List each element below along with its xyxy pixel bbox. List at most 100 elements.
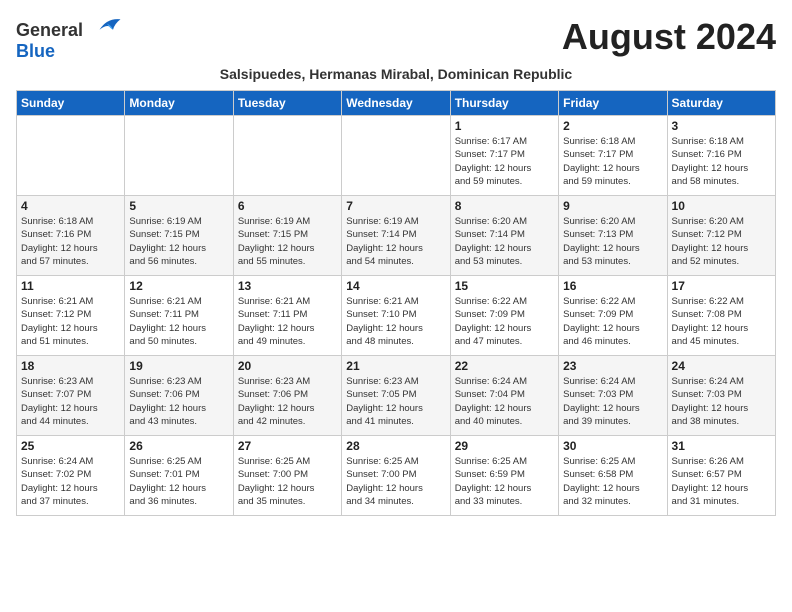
day-info: Sunrise: 6:19 AM Sunset: 7:14 PM Dayligh… — [346, 215, 445, 268]
day-number: 31 — [672, 439, 771, 453]
calendar-cell — [233, 116, 341, 196]
calendar-cell: 5 Sunrise: 6:19 AM Sunset: 7:15 PM Daylig… — [125, 196, 233, 276]
day-info: Sunrise: 6:21 AM Sunset: 7:11 PM Dayligh… — [238, 295, 337, 348]
day-info: Sunrise: 6:21 AM Sunset: 7:10 PM Dayligh… — [346, 295, 445, 348]
calendar-cell: 25 Sunrise: 6:24 AM Sunset: 7:02 PM Dayli… — [17, 436, 125, 516]
day-number: 8 — [455, 199, 554, 213]
calendar-cell: 12Sunrise: 6:21 AM Sunset: 7:11 PM Dayli… — [125, 276, 233, 356]
day-info: Sunrise: 6:26 AM Sunset: 6:57 PM Dayligh… — [672, 455, 771, 508]
day-number: 9 — [563, 199, 662, 213]
calendar-cell: 3 Sunrise: 6:18 AM Sunset: 7:16 PM Daylig… — [667, 116, 775, 196]
logo-bird-icon — [92, 16, 122, 36]
day-number: 12 — [129, 279, 228, 293]
day-info: Sunrise: 6:20 AM Sunset: 7:14 PM Dayligh… — [455, 215, 554, 268]
day-info: Sunrise: 6:17 AM Sunset: 7:17 PM Dayligh… — [455, 135, 554, 188]
day-number: 22 — [455, 359, 554, 373]
calendar-cell: 9 Sunrise: 6:20 AM Sunset: 7:13 PM Daylig… — [559, 196, 667, 276]
day-info: Sunrise: 6:23 AM Sunset: 7:05 PM Dayligh… — [346, 375, 445, 428]
calendar-cell: 2 Sunrise: 6:18 AM Sunset: 7:17 PM Daylig… — [559, 116, 667, 196]
day-number: 21 — [346, 359, 445, 373]
calendar-cell: 4Sunrise: 6:18 AM Sunset: 7:16 PM Daylig… — [17, 196, 125, 276]
day-info: Sunrise: 6:24 AM Sunset: 7:03 PM Dayligh… — [672, 375, 771, 428]
weekday-header-thursday: Thursday — [450, 91, 558, 116]
day-number: 27 — [238, 439, 337, 453]
day-info: Sunrise: 6:20 AM Sunset: 7:13 PM Dayligh… — [563, 215, 662, 268]
day-number: 16 — [563, 279, 662, 293]
day-number: 29 — [455, 439, 554, 453]
calendar-week-5: 25 Sunrise: 6:24 AM Sunset: 7:02 PM Dayli… — [17, 436, 776, 516]
calendar-cell — [125, 116, 233, 196]
day-number: 17 — [672, 279, 771, 293]
day-number: 26 — [129, 439, 228, 453]
calendar-cell: 1Sunrise: 6:17 AM Sunset: 7:17 PM Daylig… — [450, 116, 558, 196]
calendar-cell: 27Sunrise: 6:25 AM Sunset: 7:00 PM Dayli… — [233, 436, 341, 516]
weekday-header-wednesday: Wednesday — [342, 91, 450, 116]
calendar-cell: 22 Sunrise: 6:24 AM Sunset: 7:04 PM Dayli… — [450, 356, 558, 436]
day-number: 3 — [672, 119, 771, 133]
day-info: Sunrise: 6:25 AM Sunset: 6:59 PM Dayligh… — [455, 455, 554, 508]
weekday-header-monday: Monday — [125, 91, 233, 116]
calendar-cell: 11 Sunrise: 6:21 AM Sunset: 7:12 PM Dayli… — [17, 276, 125, 356]
calendar-cell: 24 Sunrise: 6:24 AM Sunset: 7:03 PM Dayli… — [667, 356, 775, 436]
weekday-header-sunday: Sunday — [17, 91, 125, 116]
day-number: 2 — [563, 119, 662, 133]
calendar-cell: 31 Sunrise: 6:26 AM Sunset: 6:57 PM Dayli… — [667, 436, 775, 516]
calendar-cell: 29 Sunrise: 6:25 AM Sunset: 6:59 PM Dayli… — [450, 436, 558, 516]
day-info: Sunrise: 6:23 AM Sunset: 7:06 PM Dayligh… — [238, 375, 337, 428]
day-number: 28 — [346, 439, 445, 453]
day-info: Sunrise: 6:21 AM Sunset: 7:12 PM Dayligh… — [21, 295, 120, 348]
day-number: 24 — [672, 359, 771, 373]
day-number: 13 — [238, 279, 337, 293]
calendar-cell: 19 Sunrise: 6:23 AM Sunset: 7:06 PM Dayli… — [125, 356, 233, 436]
day-info: Sunrise: 6:24 AM Sunset: 7:04 PM Dayligh… — [455, 375, 554, 428]
calendar-cell: 10 Sunrise: 6:20 AM Sunset: 7:12 PM Dayli… — [667, 196, 775, 276]
calendar-table: SundayMondayTuesdayWednesdayThursdayFrid… — [16, 90, 776, 516]
day-info: Sunrise: 6:25 AM Sunset: 7:00 PM Dayligh… — [346, 455, 445, 508]
calendar-cell: 6 Sunrise: 6:19 AM Sunset: 7:15 PM Daylig… — [233, 196, 341, 276]
weekday-header-tuesday: Tuesday — [233, 91, 341, 116]
calendar-cell: 21 Sunrise: 6:23 AM Sunset: 7:05 PM Dayli… — [342, 356, 450, 436]
day-info: Sunrise: 6:20 AM Sunset: 7:12 PM Dayligh… — [672, 215, 771, 268]
day-info: Sunrise: 6:24 AM Sunset: 7:02 PM Dayligh… — [21, 455, 120, 508]
calendar-cell — [342, 116, 450, 196]
calendar-cell: 26 Sunrise: 6:25 AM Sunset: 7:01 PM Dayli… — [125, 436, 233, 516]
day-info: Sunrise: 6:22 AM Sunset: 7:09 PM Dayligh… — [455, 295, 554, 348]
calendar-cell: 15Sunrise: 6:22 AM Sunset: 7:09 PM Dayli… — [450, 276, 558, 356]
day-number: 25 — [21, 439, 120, 453]
month-title: August 2024 — [562, 16, 776, 58]
day-info: Sunrise: 6:24 AM Sunset: 7:03 PM Dayligh… — [563, 375, 662, 428]
day-number: 14 — [346, 279, 445, 293]
calendar-cell — [17, 116, 125, 196]
day-info: Sunrise: 6:22 AM Sunset: 7:09 PM Dayligh… — [563, 295, 662, 348]
logo: General Blue — [16, 16, 122, 62]
page-header: General Blue August 2024 — [16, 16, 776, 62]
weekday-header-saturday: Saturday — [667, 91, 775, 116]
location-subtitle: Salsipuedes, Hermanas Mirabal, Dominican… — [16, 66, 776, 82]
calendar-cell: 16 Sunrise: 6:22 AM Sunset: 7:09 PM Dayli… — [559, 276, 667, 356]
day-info: Sunrise: 6:19 AM Sunset: 7:15 PM Dayligh… — [238, 215, 337, 268]
day-number: 23 — [563, 359, 662, 373]
calendar-cell: 8 Sunrise: 6:20 AM Sunset: 7:14 PM Daylig… — [450, 196, 558, 276]
day-number: 11 — [21, 279, 120, 293]
day-number: 6 — [238, 199, 337, 213]
calendar-header-row: SundayMondayTuesdayWednesdayThursdayFrid… — [17, 91, 776, 116]
calendar-cell: 14 Sunrise: 6:21 AM Sunset: 7:10 PM Dayli… — [342, 276, 450, 356]
day-info: Sunrise: 6:25 AM Sunset: 7:01 PM Dayligh… — [129, 455, 228, 508]
calendar-cell: 13 Sunrise: 6:21 AM Sunset: 7:11 PM Dayli… — [233, 276, 341, 356]
day-number: 19 — [129, 359, 228, 373]
day-info: Sunrise: 6:25 AM Sunset: 6:58 PM Dayligh… — [563, 455, 662, 508]
logo-blue-text: Blue — [16, 41, 55, 61]
day-info: Sunrise: 6:19 AM Sunset: 7:15 PM Dayligh… — [129, 215, 228, 268]
calendar-week-1: 1Sunrise: 6:17 AM Sunset: 7:17 PM Daylig… — [17, 116, 776, 196]
day-info: Sunrise: 6:22 AM Sunset: 7:08 PM Dayligh… — [672, 295, 771, 348]
day-number: 10 — [672, 199, 771, 213]
day-number: 7 — [346, 199, 445, 213]
day-info: Sunrise: 6:23 AM Sunset: 7:07 PM Dayligh… — [21, 375, 120, 428]
day-info: Sunrise: 6:18 AM Sunset: 7:17 PM Dayligh… — [563, 135, 662, 188]
calendar-week-2: 4Sunrise: 6:18 AM Sunset: 7:16 PM Daylig… — [17, 196, 776, 276]
logo-general-text: General — [16, 20, 83, 40]
day-info: Sunrise: 6:18 AM Sunset: 7:16 PM Dayligh… — [672, 135, 771, 188]
day-info: Sunrise: 6:23 AM Sunset: 7:06 PM Dayligh… — [129, 375, 228, 428]
calendar-cell: 17 Sunrise: 6:22 AM Sunset: 7:08 PM Dayli… — [667, 276, 775, 356]
day-number: 5 — [129, 199, 228, 213]
